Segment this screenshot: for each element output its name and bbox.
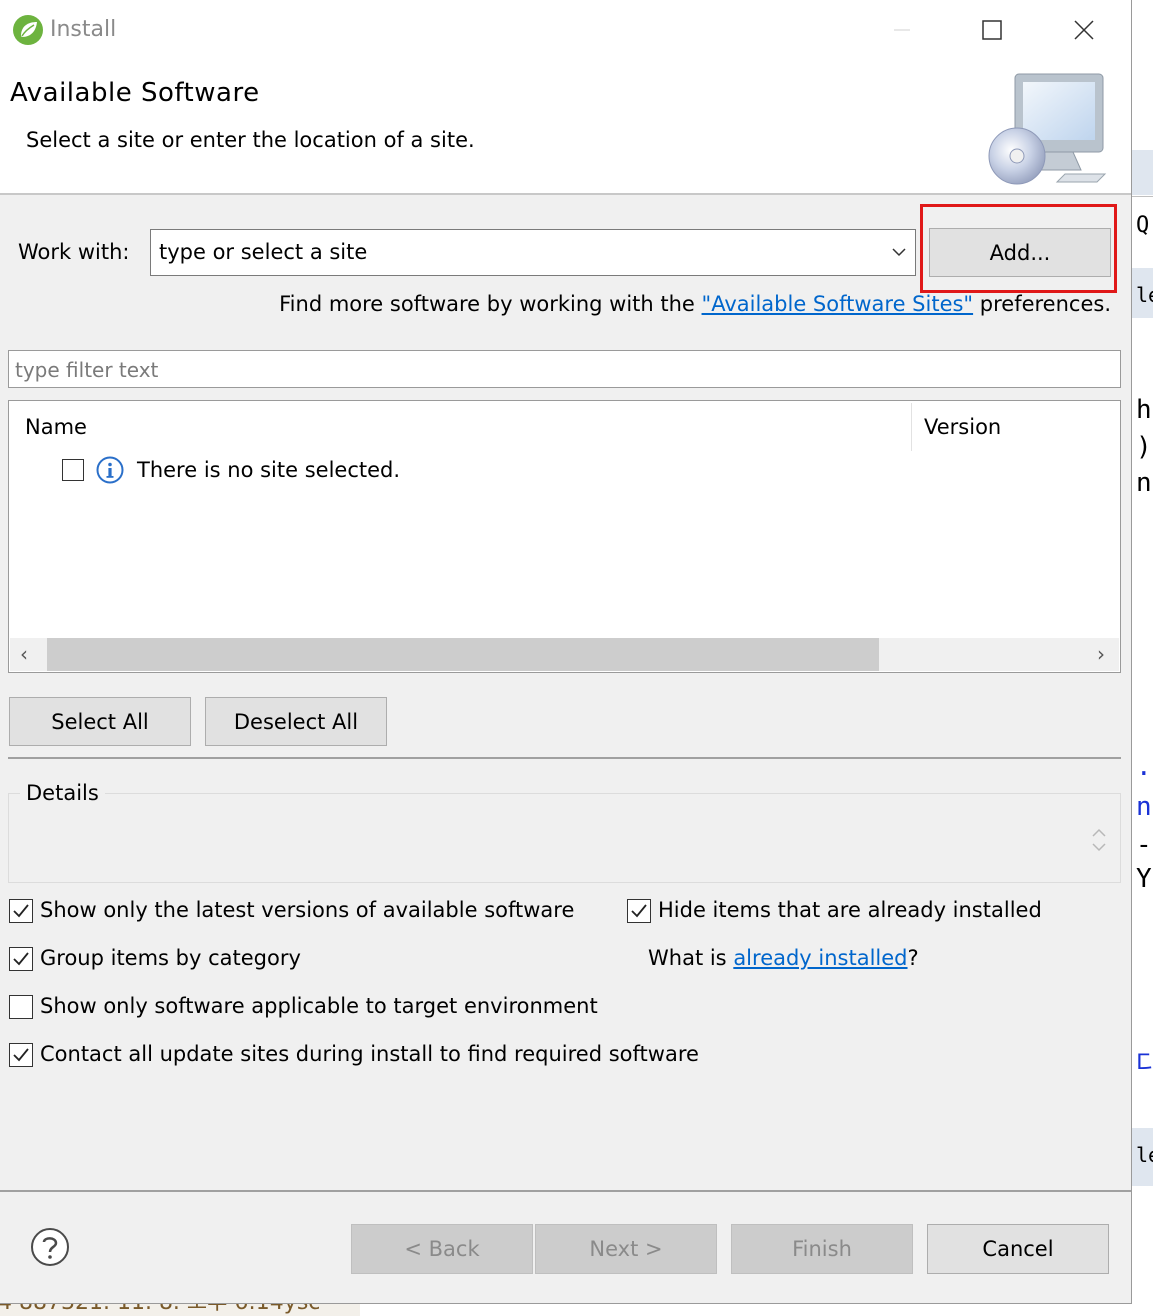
checkmark-icon (631, 904, 647, 918)
already-installed-question: What is already installed? (648, 946, 919, 970)
group-by-category-checkbox[interactable] (9, 947, 33, 971)
finish-button[interactable]: Finish (731, 1224, 913, 1274)
cancel-button[interactable]: Cancel (927, 1224, 1109, 1274)
next-button[interactable]: Next > (535, 1224, 717, 1274)
bg-fragment: n (1136, 792, 1152, 822)
software-tree[interactable]: Name Version There is no site selected. … (8, 400, 1121, 673)
bg-fragment: - (1136, 830, 1152, 860)
checkmark-icon (13, 1048, 29, 1062)
add-site-button[interactable]: Add... (929, 228, 1111, 277)
title-bar[interactable]: Install (0, 0, 1131, 62)
filter-input[interactable]: type filter text (8, 350, 1121, 388)
available-software-sites-link[interactable]: "Available Software Sites" (702, 292, 974, 316)
bg-fragment: 다 (1136, 1050, 1153, 1080)
details-panel (8, 793, 1121, 883)
scrollbar-thumb[interactable] (47, 638, 879, 671)
find-more-prefix: Find more software by working with the (279, 292, 702, 316)
install-monitor-cd-icon (988, 73, 1107, 185)
maximize-icon (982, 20, 1002, 40)
already-installed-link[interactable]: already installed (733, 946, 907, 970)
site-combobox[interactable]: type or select a site (150, 229, 916, 276)
background-app: Q ler h ) nt . n - Y 다 le (1132, 0, 1153, 1316)
site-combobox-text[interactable]: type or select a site (159, 240, 367, 264)
scroll-left-icon[interactable]: ‹ (20, 642, 28, 666)
info-icon (96, 456, 124, 484)
horizontal-scrollbar[interactable]: ‹ › (10, 638, 1119, 671)
select-all-button[interactable]: Select All (9, 697, 191, 746)
work-with-label: Work with: (18, 240, 130, 264)
scroll-right-icon[interactable]: › (1097, 642, 1105, 666)
divider (8, 757, 1121, 759)
group-by-category-label[interactable]: Group items by category (40, 946, 301, 970)
close-button[interactable] (1062, 8, 1106, 52)
find-more-suffix: preferences. (973, 292, 1111, 316)
hide-installed-checkbox[interactable] (627, 899, 651, 923)
spring-leaf-icon (13, 15, 43, 45)
footer-divider (0, 1190, 1131, 1192)
install-dialog: Install Available Software Select a site… (0, 0, 1132, 1304)
contact-sites-checkbox[interactable] (9, 1043, 33, 1067)
wizard-header: Available Software Select a site or ente… (0, 62, 1131, 195)
hide-installed-label[interactable]: Hide items that are already installed (658, 898, 1042, 922)
bg-fragment: . (1136, 752, 1152, 782)
bg-fragment: nt (1136, 468, 1153, 498)
minimize-icon (894, 29, 910, 31)
help-icon[interactable] (30, 1227, 70, 1267)
minimize-button[interactable] (880, 8, 924, 52)
installed-prefix: What is (648, 946, 734, 970)
back-button[interactable]: < Back (351, 1224, 533, 1274)
tree-row-label: There is no site selected. (137, 458, 401, 482)
latest-versions-checkbox[interactable] (9, 899, 33, 923)
window-title: Install (50, 17, 117, 42)
bg-fragment: h (1136, 395, 1152, 425)
bg-fragment: Q (1136, 213, 1150, 238)
chevron-down-icon[interactable] (889, 242, 909, 262)
column-divider[interactable] (911, 403, 912, 451)
bg-fragment: ler (1136, 283, 1153, 307)
target-environment-checkbox[interactable] (9, 995, 33, 1019)
close-icon (1074, 20, 1094, 40)
checkmark-icon (13, 904, 29, 918)
spinner-arrows-icon[interactable] (1088, 826, 1110, 854)
latest-versions-label[interactable]: Show only the latest versions of availab… (40, 898, 574, 922)
find-more-text: Find more software by working with the "… (279, 292, 1111, 316)
column-header-name[interactable]: Name (25, 415, 87, 439)
page-description: Select a site or enter the location of a… (26, 128, 475, 152)
bg-fragment: le (1136, 1143, 1153, 1167)
checkmark-icon (13, 952, 29, 966)
filter-placeholder[interactable]: type filter text (15, 358, 158, 382)
target-environment-label[interactable]: Show only software applicable to target … (40, 994, 598, 1018)
column-header-version[interactable]: Version (924, 415, 1001, 439)
bg-fragment: Y (1136, 864, 1152, 894)
details-label: Details (20, 781, 105, 805)
deselect-all-button[interactable]: Deselect All (205, 697, 387, 746)
contact-sites-label[interactable]: Contact all update sites during install … (40, 1042, 699, 1066)
installed-suffix: ? (907, 946, 919, 970)
page-title: Available Software (10, 78, 260, 108)
row-checkbox[interactable] (62, 459, 84, 481)
bg-fragment: ) (1136, 432, 1152, 462)
maximize-button[interactable] (970, 8, 1014, 52)
